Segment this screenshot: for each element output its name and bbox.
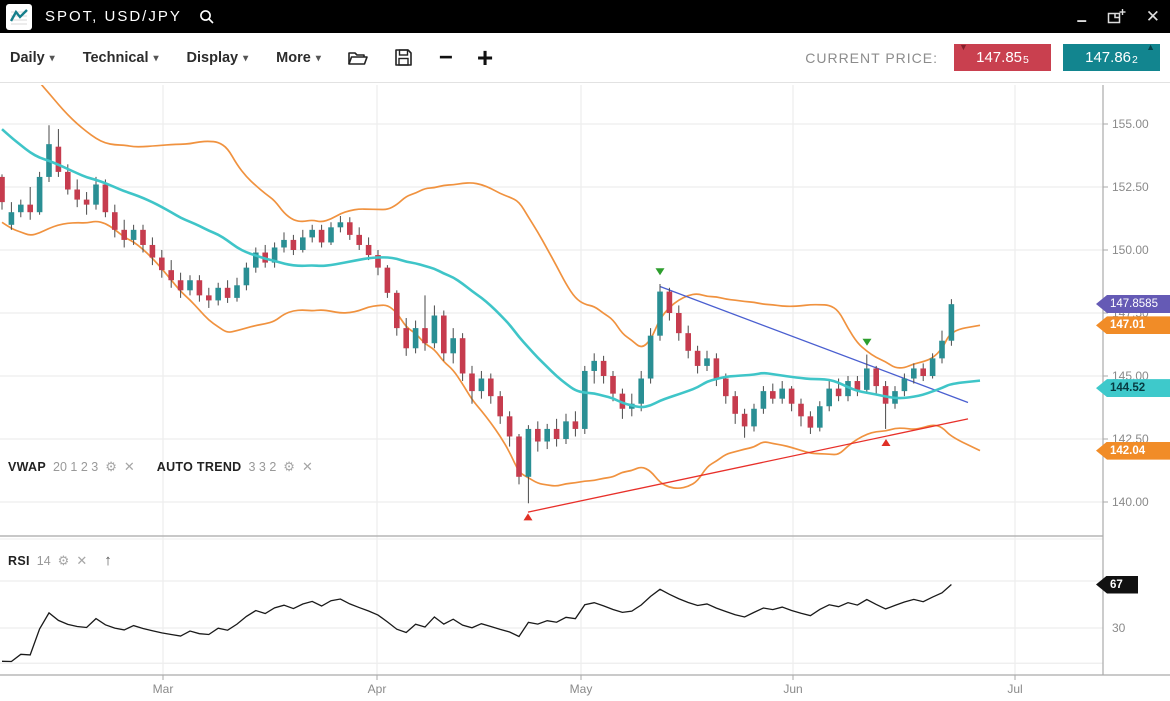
app-logo-icon [6,4,32,30]
svg-text:Jul: Jul [1007,682,1022,696]
bid-price-value: 147.85 [976,49,1022,66]
arrow-down-icon: ▼ [959,42,968,52]
chevron-down-icon: ▾ [154,53,159,64]
price-axis-badge: 142.04 [1096,442,1170,460]
trading-app-window: MarAprMayJunJul155.00152.50150.00147.501… [0,0,1170,701]
indicator-legend-rsi: RSI 14 ⚙ ✕ ↑ [8,552,112,569]
menu-technical-label: Technical [83,50,149,66]
ask-price-value: 147.86 [1085,49,1131,66]
price-axis-badge: 147.8585 [1096,295,1170,313]
save-icon[interactable] [394,48,413,67]
gear-icon[interactable]: ⚙ [58,553,70,569]
price-chart-canvas[interactable]: MarAprMayJunJul155.00152.50150.00147.501… [0,0,1170,701]
rsi-label: RSI [8,554,30,568]
menu-daily[interactable]: Daily ▾ [10,50,55,66]
price-axis-badge: 144.52 [1096,379,1170,397]
menu-more-label: More [276,50,311,66]
close-icon[interactable]: ✕ [302,459,313,475]
zoom-in-button[interactable]: + [477,48,493,68]
svg-text:May: May [570,682,593,696]
svg-text:152.50: 152.50 [1112,180,1149,194]
arrow-up-icon: ▲ [1146,42,1155,52]
ask-price-box[interactable]: ▲ 147.86 2 [1063,44,1160,71]
move-pane-up-icon[interactable]: ↑ [104,552,112,569]
rsi-indicator-legend: RSI 14 ⚙ ✕ ↑ [8,552,112,569]
gear-icon[interactable]: ⚙ [105,459,117,475]
rsi-params: 14 [37,554,51,568]
svg-text:150.00: 150.00 [1112,243,1149,257]
current-price-label: CURRENT PRICE: [805,50,938,66]
window-title: SPOT, USD/JPY [45,8,182,25]
main-indicator-legends: VWAP 20 1 2 3 ⚙ ✕ AUTO TREND 3 3 2 ⚙ ✕ [8,459,313,475]
title-bar: SPOT, USD/JPY – ✕ [0,0,1170,33]
autotrend-label: AUTO TREND [157,460,242,474]
indicator-legend-autotrend: AUTO TREND 3 3 2 ⚙ ✕ [157,459,313,475]
menu-display[interactable]: Display ▾ [187,50,249,66]
open-folder-icon[interactable] [347,49,368,67]
menu-technical[interactable]: Technical ▾ [83,50,159,66]
menu-more[interactable]: More ▾ [276,50,321,66]
svg-text:30: 30 [1112,621,1126,635]
close-button[interactable]: ✕ [1146,7,1160,27]
svg-text:Jun: Jun [783,682,802,696]
chevron-down-icon: ▾ [243,53,248,64]
price-axis-badge: 147.01 [1096,316,1170,334]
indicator-legend-vwap: VWAP 20 1 2 3 ⚙ ✕ [8,459,135,475]
ask-price-pip: 2 [1132,54,1138,66]
svg-text:Apr: Apr [368,682,387,696]
gear-icon[interactable]: ⚙ [283,459,295,475]
svg-text:140.00: 140.00 [1112,495,1149,509]
minimize-button[interactable]: – [1077,15,1087,25]
zoom-out-button[interactable]: − [439,48,453,68]
autotrend-params: 3 3 2 [248,460,276,474]
bid-price-box[interactable]: ▼ 147.85 5 [954,44,1051,71]
close-icon[interactable]: ✕ [124,459,135,475]
search-icon[interactable] [198,8,216,26]
svg-text:155.00: 155.00 [1112,117,1149,131]
svg-text:Mar: Mar [153,682,174,696]
menu-daily-label: Daily [10,50,45,66]
vwap-params: 20 1 2 3 [53,460,98,474]
chevron-down-icon: ▾ [316,53,321,64]
popout-window-button[interactable] [1107,8,1126,25]
menu-display-label: Display [187,50,239,66]
bid-price-pip: 5 [1023,54,1029,66]
vwap-label: VWAP [8,460,46,474]
toolbar: Daily ▾ Technical ▾ Display ▾ More ▾ [0,33,1170,83]
close-icon[interactable]: ✕ [76,553,87,569]
chevron-down-icon: ▾ [50,53,55,64]
